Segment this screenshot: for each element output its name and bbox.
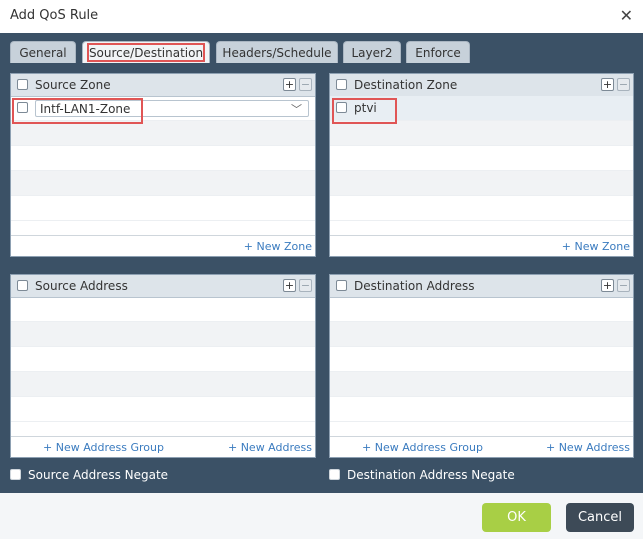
- destination-address-header: Destination Address + −: [330, 275, 633, 298]
- source-address-negate-checkbox[interactable]: [10, 469, 21, 480]
- tab-label: Source/Destination: [88, 46, 204, 60]
- source-address-rows: [11, 297, 315, 422]
- destination-address-rows: [330, 297, 633, 422]
- remove-address-icon[interactable]: −: [617, 279, 630, 292]
- source-zone-value: Intf-LAN1-Zone: [40, 102, 131, 116]
- new-zone-link[interactable]: + New Zone: [244, 240, 312, 253]
- destination-address-negate-label: Destination Address Negate: [347, 468, 515, 482]
- add-qos-rule-dialog: Add QoS Rule ✕ General Source/Destinatio…: [0, 0, 643, 539]
- close-icon[interactable]: ✕: [620, 6, 633, 25]
- add-zone-icon[interactable]: +: [601, 78, 614, 91]
- list-item: [11, 297, 315, 322]
- new-zone-link[interactable]: + New Zone: [562, 240, 630, 253]
- list-item: [330, 146, 633, 171]
- tab-source-destination[interactable]: Source/Destination: [82, 41, 210, 63]
- destination-address-negate-checkbox[interactable]: [329, 469, 340, 480]
- source-address-header: Source Address + −: [11, 275, 315, 298]
- list-item: [11, 171, 315, 196]
- list-item[interactable]: ptvi: [330, 96, 633, 121]
- source-zone-header: Source Zone + −: [11, 74, 315, 97]
- source-zone-footer: + New Zone: [11, 235, 315, 256]
- tab-label: Layer2: [351, 46, 393, 60]
- new-address-link[interactable]: + New Address: [228, 441, 312, 454]
- list-item: [330, 372, 633, 397]
- add-zone-icon[interactable]: +: [283, 78, 296, 91]
- list-item: [11, 146, 315, 171]
- destination-address-select-all-checkbox[interactable]: [336, 280, 347, 291]
- cancel-button[interactable]: Cancel: [566, 503, 634, 532]
- ok-button[interactable]: OK: [482, 503, 551, 532]
- source-address-select-all-checkbox[interactable]: [17, 280, 28, 291]
- tab-headers-schedule[interactable]: Headers/Schedule: [216, 41, 338, 63]
- source-address-negate-label: Source Address Negate: [28, 468, 169, 482]
- tab-general[interactable]: General: [10, 41, 76, 63]
- source-address-footer: + New Address Group + New Address: [11, 436, 315, 457]
- row-checkbox[interactable]: [336, 102, 347, 113]
- dialog-footer: OK Cancel: [0, 493, 643, 539]
- remove-zone-icon[interactable]: −: [299, 78, 312, 91]
- tab-label: Enforce: [415, 46, 461, 60]
- list-item: [11, 372, 315, 397]
- list-item: [330, 397, 633, 422]
- destination-zone-panel: Destination Zone + − ptvi + New Zone: [329, 73, 634, 257]
- dialog-titlebar: Add QoS Rule ✕: [0, 0, 643, 34]
- tab-enforce[interactable]: Enforce: [406, 41, 470, 63]
- source-address-panel: Source Address + − + New Address Group +…: [10, 274, 316, 458]
- dialog-body: General Source/Destination Headers/Sched…: [0, 33, 643, 493]
- list-item: [11, 196, 315, 221]
- list-item: Intf-LAN1-Zone ﹀: [11, 96, 315, 121]
- tab-layer2[interactable]: Layer2: [343, 41, 401, 63]
- new-address-link[interactable]: + New Address: [546, 441, 630, 454]
- destination-zone-select-all-checkbox[interactable]: [336, 79, 347, 90]
- list-item: [330, 171, 633, 196]
- destination-zone-title: Destination Zone: [354, 78, 458, 92]
- source-zone-select-all-checkbox[interactable]: [17, 79, 28, 90]
- dialog-title: Add QoS Rule: [10, 8, 99, 23]
- source-zone-select[interactable]: Intf-LAN1-Zone ﹀: [35, 100, 309, 117]
- chevron-down-icon: ﹀: [291, 103, 302, 116]
- list-item: [11, 322, 315, 347]
- list-item: [330, 121, 633, 146]
- remove-zone-icon[interactable]: −: [617, 78, 630, 91]
- tab-label: General: [19, 46, 67, 60]
- list-item: [330, 322, 633, 347]
- new-address-group-link[interactable]: + New Address Group: [43, 441, 164, 454]
- row-checkbox[interactable]: [17, 102, 28, 113]
- destination-address-panel: Destination Address + − + New Address Gr…: [329, 274, 634, 458]
- destination-address-title: Destination Address: [354, 279, 475, 293]
- destination-zone-rows: ptvi: [330, 96, 633, 221]
- source-zone-title: Source Zone: [35, 78, 111, 92]
- source-zone-rows: Intf-LAN1-Zone ﹀: [11, 96, 315, 221]
- remove-address-icon[interactable]: −: [299, 279, 312, 292]
- new-address-group-link[interactable]: + New Address Group: [362, 441, 483, 454]
- tab-label: Headers/Schedule: [222, 46, 332, 60]
- source-address-title: Source Address: [35, 279, 128, 293]
- list-item: [11, 347, 315, 372]
- source-zone-panel: Source Zone + − Intf-LAN1-Zone ﹀ + New Z…: [10, 73, 316, 257]
- destination-zone-header: Destination Zone + −: [330, 74, 633, 97]
- list-item: [330, 196, 633, 221]
- destination-zone-footer: + New Zone: [330, 235, 633, 256]
- add-address-icon[interactable]: +: [601, 279, 614, 292]
- list-item: [330, 347, 633, 372]
- destination-address-footer: + New Address Group + New Address: [330, 436, 633, 457]
- list-item: [11, 121, 315, 146]
- destination-zone-value: ptvi: [354, 101, 377, 115]
- list-item: [330, 297, 633, 322]
- add-address-icon[interactable]: +: [283, 279, 296, 292]
- list-item: [11, 397, 315, 422]
